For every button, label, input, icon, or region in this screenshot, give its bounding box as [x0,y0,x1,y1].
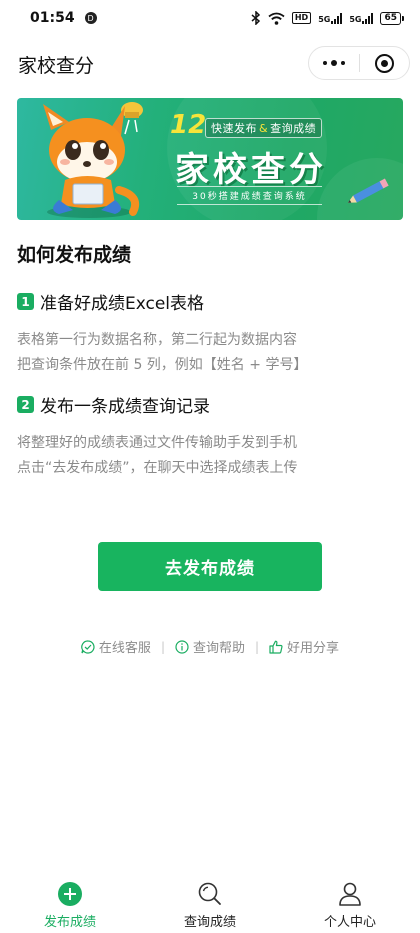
banner-number: 12 [170,110,207,140]
step-description-line: 点击“去发布成绩”，在聊天中选择成绩表上传 [17,460,298,476]
wifi-icon [268,12,285,25]
step-2: 2 发布一条成绩查询记录 将整理好的成绩表通过文件传输助手发到手机 点击“去发布… [17,392,298,481]
pencil-icon [347,178,389,203]
more-dot-icon [330,60,337,66]
step-title: 准备好成绩Excel表格 [40,294,205,314]
nav-bar: 家校查分 [0,36,420,92]
battery-level: 65 [380,11,401,25]
step-number-badge: 2 [17,396,34,413]
battery-icon: 65 [380,11,404,25]
status-time: 01:54 [30,10,75,26]
signal-bars-icon [362,12,374,24]
section-title: 如何发布成绩 [17,244,132,266]
banner[interactable]: 12 快速发布 & 查询成绩 家校查分 30秒搭建成绩查询系统 [17,98,403,220]
help-links: 在线客服 | 查询帮助 | 好用分享 [0,637,420,656]
user-icon [336,880,364,908]
notification-icon: D [84,12,97,24]
step-1: 1 准备好成绩Excel表格 表格第一行为数据名称，第二行起为数据内容 把查询条… [17,289,307,378]
tab-label: 个人中心 [323,915,376,930]
tab-publish[interactable]: 发布成绩 [0,870,140,933]
thumbs-up-icon [269,640,283,654]
tab-bar: 发布成绩 查询成绩 个人中心 [0,870,420,933]
mini-program-capsule [308,46,410,80]
publish-scores-button[interactable]: 去发布成绩 [98,542,322,591]
share-link[interactable]: 好用分享 [259,637,349,656]
online-service-link[interactable]: 在线客服 [71,637,161,656]
banner-tag-amp: & [259,122,269,135]
step-description: 表格第一行为数据名称，第二行起为数据内容 把查询条件放在前 5 列，例如【姓名 … [17,328,307,378]
tab-query[interactable]: 查询成绩 [140,870,280,933]
hd-badge: HD [291,12,312,24]
share-label: 好用分享 [287,641,340,656]
chat-check-icon [81,639,95,654]
step-description-line: 把查询条件放在前 5 列，例如【姓名 + 学号】 [17,357,308,373]
step-description: 将整理好的成绩表通过文件传输助手发到手机 点击“去发布成绩”，在聊天中选择成绩表… [17,431,298,481]
query-help-label: 查询帮助 [192,641,245,656]
signal-bars-icon [331,12,343,24]
banner-tag-right: 查询成绩 [270,122,317,135]
more-dot-icon [340,61,345,65]
banner-caption: 30秒搭建成绩查询系统 [177,186,322,205]
page-title: 家校查分 [18,54,95,77]
step-title: 发布一条成绩查询记录 [40,397,210,417]
query-help-link[interactable]: 查询帮助 [165,637,255,656]
signal-2-label: 5G [349,14,362,24]
status-bar: 01:54 D HD 5G 5G 65 [0,0,420,36]
plus-circle-icon [56,880,84,908]
step-number-badge: 1 [17,293,34,310]
more-dot-icon [322,61,327,65]
tab-label: 发布成绩 [43,915,96,930]
bluetooth-icon [251,11,260,25]
banner-title: 家校查分 [175,150,327,190]
online-service-label: 在线客服 [98,641,151,656]
signal-1-label: 5G [318,14,331,24]
search-icon [196,880,224,908]
banner-tagline: 快速发布 & 查询成绩 [205,118,323,138]
tab-profile[interactable]: 个人中心 [280,870,420,933]
tab-label: 查询成绩 [183,915,236,930]
fox-mascot-icon [43,102,143,218]
signal-2: 5G [349,12,374,24]
signal-1: 5G [318,12,343,24]
banner-tag-left: 快速发布 [211,122,257,135]
info-icon [175,639,189,654]
step-description-line: 将整理好的成绩表通过文件传输助手发到手机 [17,435,297,451]
close-target-icon [374,53,394,73]
step-description-line: 表格第一行为数据名称，第二行起为数据内容 [17,332,297,348]
more-button[interactable] [309,47,359,79]
close-button[interactable] [360,47,410,79]
